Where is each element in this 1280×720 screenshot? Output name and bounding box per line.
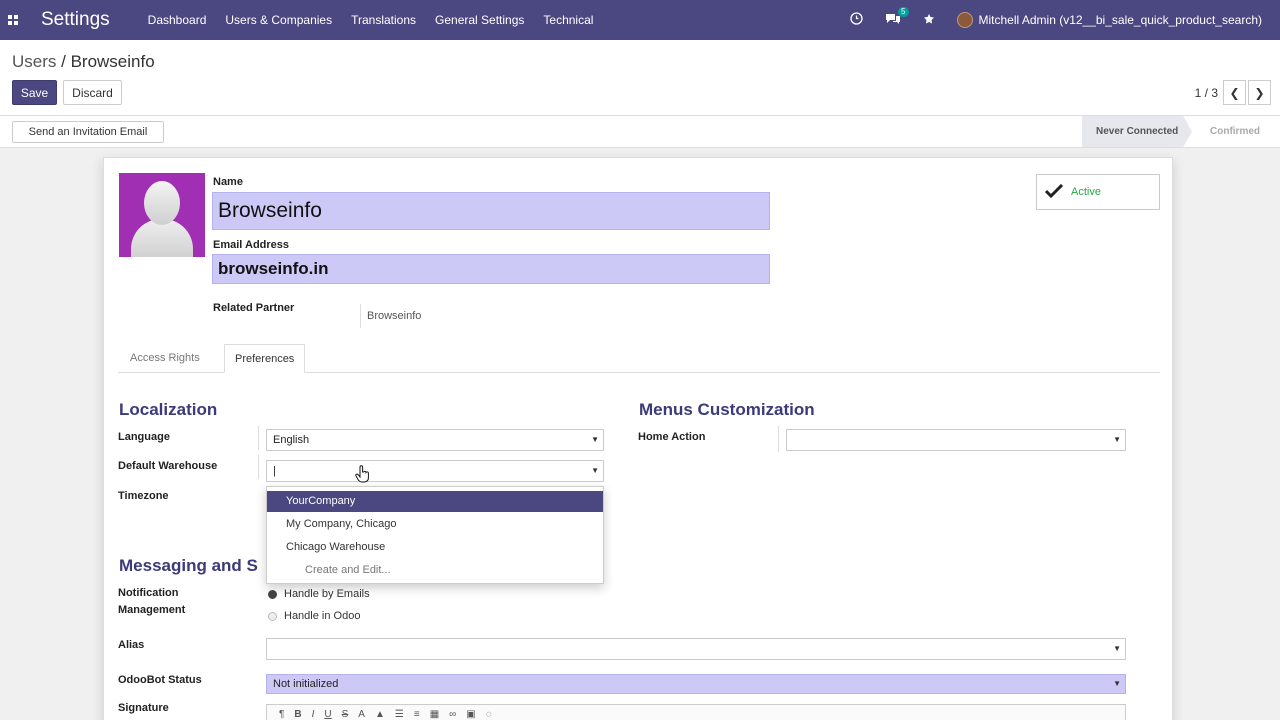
menu-translations[interactable]: Translations [351, 13, 416, 27]
user-name: Mitchell Admin (v12__bi_sale_quick_produ… [978, 13, 1263, 27]
active-toggle-button[interactable]: Active [1036, 174, 1160, 210]
dropdown-option-yourcompany[interactable]: YourCompany [267, 491, 603, 512]
hand-cursor-icon [355, 465, 371, 488]
default-warehouse-input[interactable]: | ▼ [266, 460, 604, 482]
user-avatar [956, 12, 973, 28]
breadcrumb: Users / Browseinfo [12, 52, 155, 72]
alias-label: Alias [118, 639, 145, 651]
name-input[interactable]: Browseinfo [212, 192, 770, 230]
chat-count-badge: 5 [898, 7, 909, 17]
localization-title: Localization [119, 400, 218, 419]
warehouse-value: | [273, 465, 276, 477]
menu-general-settings[interactable]: General Settings [435, 13, 524, 27]
italic-icon[interactable]: I [312, 709, 315, 720]
form-sheet: Name Browseinfo Email Address browseinfo… [103, 157, 1173, 720]
discard-button[interactable]: Discard [63, 80, 122, 105]
apps-menu-icon[interactable] [1, 0, 25, 40]
image-icon[interactable]: ▣ [466, 709, 475, 720]
caret-down-icon: ▼ [591, 435, 599, 444]
menus-customization-title: Menus Customization [639, 400, 815, 419]
pager-previous-button[interactable]: ❮ [1223, 80, 1246, 105]
language-label: Language [118, 431, 170, 443]
font-size-icon[interactable]: A [358, 709, 365, 720]
signature-label: Signature [118, 702, 169, 714]
active-label: Active [1071, 186, 1101, 198]
default-warehouse-label: Default Warehouse [118, 460, 218, 472]
signature-editor-toolbar: ¶ B I U S A ▲ ☰ ≡ ▦ ∞ ▣ ◌ [266, 704, 1126, 720]
radio-handle-in-odoo[interactable] [268, 612, 277, 621]
field-divider [258, 426, 259, 450]
pager-value: 1 / 3 [1194, 86, 1218, 100]
tab-preferences[interactable]: Preferences [224, 344, 306, 373]
field-divider [258, 455, 259, 479]
pager-next-button[interactable]: ❯ [1248, 80, 1271, 105]
stage-never-connected[interactable]: Never Connected [1082, 116, 1192, 147]
chat-icon[interactable]: 5 [885, 7, 909, 28]
tab-access-rights[interactable]: Access Rights [120, 344, 210, 373]
email-input[interactable]: browseinfo.in [212, 254, 770, 284]
menu-users-companies[interactable]: Users & Companies [225, 13, 332, 27]
code-icon[interactable]: ◌ [486, 709, 492, 720]
related-partner-label: Related Partner [213, 302, 295, 314]
alias-input[interactable]: ▼ [266, 638, 1126, 660]
home-action-select[interactable]: ▼ [786, 429, 1126, 451]
save-button[interactable]: Save [12, 80, 57, 105]
form-tabs: Access Rights Preferences [118, 344, 1160, 373]
avatar-head-shape [144, 181, 180, 225]
radio-label-handle-by-emails: Handle by Emails [284, 588, 370, 600]
caret-down-icon: ▼ [1113, 679, 1121, 688]
breadcrumb-current: Browseinfo [70, 52, 155, 71]
font-style-icon[interactable]: ¶ [279, 709, 284, 720]
home-action-label: Home Action [638, 431, 706, 443]
notification-label-line2: Management [118, 604, 186, 616]
name-label: Name [213, 176, 243, 188]
dropdown-option-chicago-warehouse[interactable]: Chicago Warehouse [267, 537, 603, 558]
odoobot-status-value: Not initialized [273, 678, 339, 690]
strikethrough-icon[interactable]: S [342, 709, 349, 720]
email-label: Email Address [213, 239, 290, 251]
stage-confirmed[interactable]: Confirmed [1196, 116, 1280, 147]
color-icon[interactable]: ▲ [375, 709, 385, 720]
menu-dashboard[interactable]: Dashboard [148, 13, 207, 27]
bold-icon[interactable]: B [294, 709, 301, 720]
related-partner-link[interactable]: Browseinfo [360, 304, 421, 328]
notification-label: Notification [118, 587, 179, 599]
odoobot-status-label: OdooBot Status [118, 674, 202, 686]
breadcrumb-separator: / [56, 52, 71, 71]
user-photo[interactable] [119, 173, 205, 257]
field-divider [778, 426, 779, 452]
odoobot-status-select[interactable]: Not initialized ▼ [266, 674, 1126, 694]
list-icon[interactable]: ☰ [395, 709, 404, 720]
control-panel: Users / Browseinfo Save Discard 1 / 3 ❮ … [0, 40, 1280, 116]
warehouse-autocomplete-dropdown: YourCompany My Company, Chicago Chicago … [266, 486, 604, 584]
language-select[interactable]: English ▼ [266, 429, 604, 451]
breadcrumb-users-link[interactable]: Users [12, 52, 56, 71]
language-value: English [273, 434, 310, 446]
underline-icon[interactable]: U [324, 709, 331, 720]
status-bar: Send an Invitation Email Never Connected… [0, 116, 1280, 148]
align-icon[interactable]: ≡ [414, 709, 420, 720]
checkmark-icon [1044, 182, 1064, 203]
app-brand[interactable]: Settings [41, 9, 110, 31]
settings-icon[interactable] [923, 13, 935, 28]
send-invitation-button[interactable]: Send an Invitation Email [12, 121, 164, 143]
menu-technical[interactable]: Technical [543, 13, 593, 27]
top-navbar: Settings Dashboard Users & Companies Tra… [0, 0, 1280, 40]
radio-label-handle-in-odoo: Handle in Odoo [284, 610, 361, 622]
caret-down-icon: ▼ [1113, 644, 1121, 653]
link-icon[interactable]: ∞ [449, 709, 456, 720]
messaging-title: Messaging and S [119, 556, 258, 575]
dropdown-create-and-edit[interactable]: Create and Edit... [267, 560, 603, 581]
caret-down-icon: ▼ [1113, 435, 1121, 444]
table-icon[interactable]: ▦ [430, 709, 439, 720]
clock-icon[interactable] [849, 12, 863, 28]
caret-down-icon: ▼ [591, 466, 599, 475]
user-menu[interactable]: Mitchell Admin (v12__bi_sale_quick_produ… [956, 12, 1263, 28]
dropdown-option-my-company-chicago[interactable]: My Company, Chicago [267, 514, 603, 535]
radio-handle-by-emails[interactable] [268, 590, 277, 599]
timezone-label: Timezone [118, 490, 169, 502]
